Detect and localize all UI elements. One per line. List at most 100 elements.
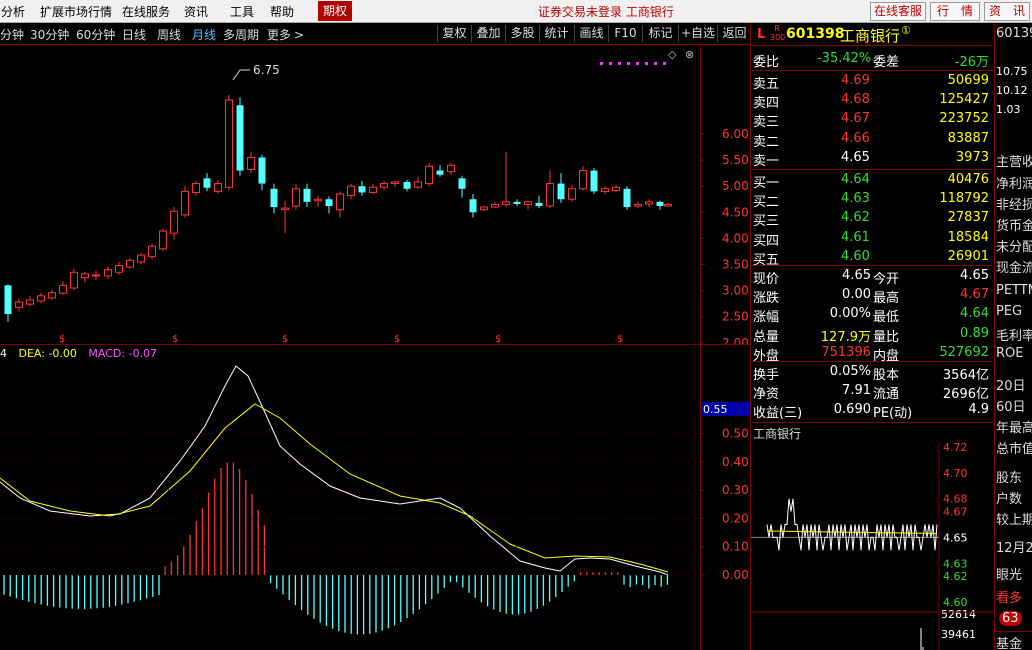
stats-label: 今开 bbox=[873, 268, 899, 287]
menu-tools[interactable]: 工具 bbox=[230, 3, 254, 20]
candle bbox=[237, 97, 244, 175]
candle bbox=[635, 202, 642, 208]
asks-price: 4.65 bbox=[841, 150, 870, 165]
candle bbox=[226, 95, 233, 191]
tool-f10[interactable]: F10 bbox=[608, 25, 642, 42]
divider bbox=[751, 70, 993, 71]
period-60min[interactable]: 60分钟 bbox=[76, 26, 115, 43]
macd-tick-label: 0.00 bbox=[722, 568, 749, 582]
asks-row: 卖二 4.66 83887 bbox=[751, 130, 993, 149]
macd-tick-label: 0.40 bbox=[722, 455, 749, 469]
candle bbox=[459, 176, 466, 198]
tool-multi-stock[interactable]: 多股 bbox=[505, 25, 539, 42]
stats2-value: 0.690 bbox=[834, 402, 871, 417]
tool-adjust[interactable]: 复权 bbox=[437, 25, 471, 42]
bids-row: 买三 4.62 27837 bbox=[751, 209, 993, 228]
candle bbox=[138, 253, 145, 264]
stats-row: 涨幅 0.00% 最低 4.64 bbox=[751, 305, 993, 324]
period-multi[interactable]: 多周期 bbox=[223, 26, 259, 43]
menu-options[interactable]: 期权 bbox=[318, 1, 352, 21]
weibi-row: 委比 -35.42% 委差 -26万 bbox=[751, 50, 993, 69]
asks-row: 卖一 4.65 3973 bbox=[751, 149, 993, 168]
asks-row: 卖四 4.68 125427 bbox=[751, 91, 993, 110]
candle bbox=[326, 197, 333, 214]
menu-extended-market[interactable]: 扩展市场行情 bbox=[40, 3, 112, 20]
quote-button[interactable]: 行 情 bbox=[930, 2, 980, 21]
tool-mark[interactable]: 标记 bbox=[642, 25, 678, 42]
stats-value: 0.00 bbox=[842, 287, 871, 302]
mini-price-tick: 4.67 bbox=[943, 506, 968, 519]
weicha-value: -26万 bbox=[955, 51, 989, 70]
divider bbox=[751, 361, 993, 362]
period-minute[interactable]: 分钟 bbox=[0, 26, 24, 43]
info-icon[interactable]: ① bbox=[901, 24, 911, 37]
bids-label: 买四 bbox=[753, 230, 779, 249]
candle bbox=[657, 201, 664, 210]
macd-chart[interactable]: 4 DEA: -0.00 MACD: -0.07 0.50 0.40 0.30 0.2… bbox=[0, 346, 750, 650]
candle bbox=[481, 206, 488, 211]
period-monthly[interactable]: 月线 bbox=[192, 26, 216, 43]
tool-add-watchlist[interactable]: +自选 bbox=[678, 25, 717, 42]
indicator-dot bbox=[663, 62, 666, 65]
indicator-dot bbox=[600, 62, 603, 65]
tool-draw[interactable]: 画线 bbox=[574, 25, 608, 42]
peak-leader-line bbox=[233, 70, 250, 80]
period-daily[interactable]: 日线 bbox=[122, 26, 146, 43]
mini-price-tick: 4.63 bbox=[943, 557, 968, 570]
candle bbox=[160, 229, 167, 251]
macd-tick-label: 0.20 bbox=[722, 511, 749, 525]
menu-news[interactable]: 资讯 bbox=[184, 3, 208, 20]
asks-volume: 83887 bbox=[948, 131, 989, 146]
candle bbox=[646, 199, 653, 207]
stats-row: 总量 127.9万 量比 0.89 bbox=[751, 325, 993, 344]
menu-analysis[interactable]: 分析 bbox=[1, 3, 25, 20]
price-tick-label: 4.50 bbox=[722, 205, 749, 219]
candle bbox=[116, 262, 123, 275]
bids-price: 4.63 bbox=[841, 191, 870, 206]
menu-help[interactable]: 帮助 bbox=[270, 3, 294, 20]
macd-tick-label: 0.50 bbox=[722, 427, 749, 441]
mini-price-tick: 4.65 bbox=[943, 531, 968, 544]
stats-label: 涨跌 bbox=[753, 287, 779, 306]
asks-price: 4.66 bbox=[841, 131, 870, 146]
period-more[interactable]: 更多 > bbox=[267, 26, 304, 43]
stats-value: 127.9万 bbox=[821, 326, 871, 345]
bids-label: 买二 bbox=[753, 191, 779, 210]
stats-label: 现价 bbox=[753, 268, 779, 287]
period-30min[interactable]: 30分钟 bbox=[30, 26, 69, 43]
asks-label: 卖五 bbox=[753, 73, 779, 92]
indicator-dot bbox=[654, 62, 657, 65]
candle bbox=[448, 163, 455, 175]
tool-overlay[interactable]: 叠加 bbox=[471, 25, 505, 42]
strip-line: 未分配 bbox=[996, 236, 1032, 255]
candle bbox=[591, 168, 598, 194]
candle bbox=[624, 186, 631, 209]
news-button[interactable]: 资 讯 bbox=[984, 2, 1030, 21]
asks-label: 卖二 bbox=[753, 131, 779, 150]
menu-online-service[interactable]: 在线服务 bbox=[122, 3, 170, 20]
intraday-mini-chart[interactable]: 4.724.704.684.674.654.634.624.6052614394… bbox=[751, 442, 993, 650]
macd-tick-label: 0.30 bbox=[722, 483, 749, 497]
candlestick-chart[interactable]: 6.75 ◇ ⊗ $ $ $ $ $ $ bbox=[0, 45, 700, 345]
stats-value: 4.67 bbox=[960, 287, 989, 302]
close-icon[interactable]: ⊗ bbox=[685, 48, 694, 61]
strip-line: 20日 bbox=[996, 375, 1026, 394]
asks-row: 卖三 4.67 223752 bbox=[751, 110, 993, 129]
stats2-label: 收益(三) bbox=[753, 402, 802, 421]
candle bbox=[282, 201, 289, 233]
strip-line: 眼光 bbox=[996, 564, 1022, 583]
candle bbox=[370, 184, 377, 194]
tool-back[interactable]: 返回 bbox=[717, 25, 751, 42]
period-more-label: 更多 bbox=[267, 28, 291, 42]
online-service-button[interactable]: 在线客服 bbox=[870, 2, 926, 21]
period-toolbar: 分钟 30分钟 60分钟 日线 周线 月线 多周期 更多 > 复权 叠加 多股 统… bbox=[0, 23, 750, 45]
bids-volume: 118792 bbox=[939, 191, 989, 206]
period-weekly[interactable]: 周线 bbox=[157, 26, 181, 43]
login-notice: 证券交易未登录 工商银行 bbox=[538, 3, 674, 20]
candle bbox=[182, 186, 189, 217]
stats-value: 4.65 bbox=[960, 268, 989, 283]
stats-value: 4.65 bbox=[842, 268, 871, 283]
stats2-label: PE(动) bbox=[873, 402, 912, 421]
candle bbox=[304, 184, 311, 207]
tool-stats[interactable]: 统计 bbox=[539, 25, 573, 42]
